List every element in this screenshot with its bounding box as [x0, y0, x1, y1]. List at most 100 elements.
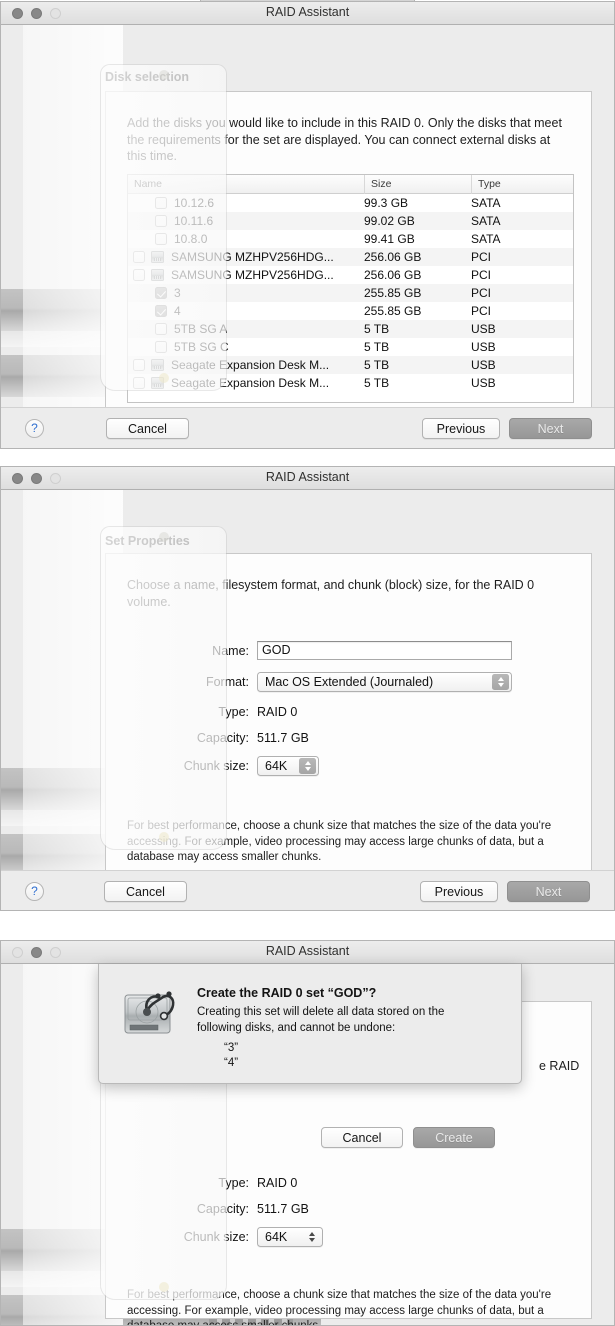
cell-size: 5 TB [364, 340, 390, 354]
next-button[interactable]: Next [509, 418, 592, 439]
screenshot-root: RAID Assistant Disk selection Add the di… [0, 0, 615, 1326]
panel-gap [0, 911, 615, 931]
previous-button[interactable]: Previous [422, 418, 500, 439]
cell-name: 10.11.6 [128, 212, 364, 230]
disk-name: 3 [174, 286, 181, 300]
chunk-size-select[interactable]: 64K [257, 756, 319, 776]
type-field-row: Type: RAID 0 [147, 705, 297, 719]
cell-type: SATA [471, 196, 501, 210]
table-row[interactable]: 4 255.85 GB PCI [128, 302, 573, 320]
cancel-button[interactable]: Cancel [104, 881, 187, 902]
table-row[interactable]: 10.8.0 99.41 GB SATA [128, 230, 573, 248]
column-header-size[interactable]: Size [364, 175, 471, 194]
disk-utility-icon [122, 984, 180, 1038]
cell-type: USB [471, 340, 496, 354]
dialog-heading: Create the RAID 0 set “GOD”? [197, 986, 377, 1000]
cell-size: 5 TB [364, 322, 390, 336]
volume-name-input[interactable]: GOD [257, 641, 512, 660]
panel-gap [0, 450, 615, 465]
titlebar[interactable]: RAID Assistant [1, 2, 614, 25]
titlebar[interactable]: RAID Assistant [1, 467, 614, 490]
cell-name: SAMSUNG MZHPV256HDG... [128, 248, 364, 266]
cell-type: USB [471, 376, 496, 390]
checkbox-unchecked[interactable] [133, 269, 145, 281]
window-title: RAID Assistant [265, 470, 350, 484]
checkbox-checked[interactable] [155, 305, 167, 317]
raid-assistant-window-disk-selection: RAID Assistant Disk selection Add the di… [0, 1, 615, 449]
window-title: RAID Assistant [265, 944, 350, 958]
panel-description: Add the disks you would like to include … [127, 116, 562, 163]
checkbox-unchecked[interactable] [133, 251, 145, 263]
cell-type: PCI [471, 286, 492, 300]
performance-note: For best performance, choose a chunk siz… [127, 1289, 552, 1326]
table-row[interactable]: 10.12.6 99.3 GB SATA [128, 194, 573, 212]
table-row[interactable]: Seagate Expansion Desk M... 5 TB USB [128, 374, 573, 392]
chunk-size-value: 64K [265, 759, 288, 773]
table-row[interactable]: SAMSUNG MZHPV256HDG... 256.06 GB PCI [128, 266, 573, 284]
next-button[interactable]: Next [507, 881, 590, 902]
checkbox-checked[interactable] [155, 287, 167, 299]
table-header-row: Name Size Type [128, 175, 573, 194]
cell-size: 99.3 GB [364, 196, 409, 210]
cell-name: 4 [128, 302, 364, 320]
table-row[interactable]: 5TB SG A 5 TB USB [128, 320, 573, 338]
column-header-type[interactable]: Type [471, 175, 573, 194]
help-button[interactable]: ? [25, 882, 44, 901]
hard-drive-icon [151, 377, 164, 389]
table-row[interactable]: SAMSUNG MZHPV256HDG... 256.06 GB PCI [128, 248, 573, 266]
cell-name: 10.8.0 [128, 230, 364, 248]
titlebar[interactable]: RAID Assistant [1, 941, 614, 964]
format-field-row: Format: Mac OS Extended (Journaled) [147, 672, 512, 692]
cell-name: 5TB SG C [128, 338, 364, 356]
disk-name: SAMSUNG MZHPV256HDG... [171, 250, 334, 264]
checkbox-unchecked[interactable] [133, 377, 145, 389]
cell-size: 255.85 GB [364, 304, 422, 318]
cancel-button[interactable]: Cancel [106, 418, 189, 439]
disk-name: 10.11.6 [174, 214, 214, 228]
disk-table[interactable]: Name Size Type 10.12.6 99.3 GB SATA 10.11.6… [127, 174, 574, 403]
name-label: Name: [212, 643, 249, 658]
chunk-size-field-row: Chunk size: 64K [147, 756, 319, 776]
footer-bar: ? Cancel Previous Next [1, 870, 614, 910]
chevron-updown-icon [492, 674, 509, 690]
cell-type: PCI [471, 268, 492, 282]
chunk-size-field-row: Chunk size: 64K [147, 1227, 323, 1247]
raid-assistant-window-confirm: RAID Assistant e RAID Type: RAID 0 Capac… [0, 940, 615, 1326]
table-row[interactable]: Seagate Expansion Desk M... 5 TB USB [128, 356, 573, 374]
format-select[interactable]: Mac OS Extended (Journaled) [257, 672, 512, 692]
hard-drive-icon [151, 269, 164, 281]
raid-assistant-window-set-properties: RAID Assistant Set Properties Choose a n… [0, 466, 615, 911]
chunk-size-select[interactable]: 64K [257, 1227, 323, 1247]
table-row[interactable]: 5TB SG C 5 TB USB [128, 338, 573, 356]
disk-name: Seagate Expansion Desk M... [171, 358, 330, 372]
cell-name: SAMSUNG MZHPV256HDG... [128, 266, 364, 284]
cell-type: SATA [471, 232, 501, 246]
type-field-row: Type: RAID 0 [147, 1176, 297, 1190]
previous-button[interactable]: Previous [420, 881, 498, 902]
capacity-field-row: Capacity: 511.7 GB [147, 1202, 309, 1216]
help-button[interactable]: ? [25, 419, 44, 438]
cell-size: 99.41 GB [364, 232, 415, 246]
footer-bar: ? Cancel Previous Next [1, 407, 614, 448]
checkbox-unchecked[interactable] [155, 233, 167, 245]
dialog-cancel-button[interactable]: Cancel [321, 1127, 403, 1148]
chunk-size-label: Chunk size: [183, 759, 249, 773]
affected-disk-item: “4” [224, 1057, 239, 1069]
checkbox-unchecked[interactable] [155, 197, 167, 209]
cell-size: 256.06 GB [364, 268, 422, 282]
cell-size: 5 TB [364, 376, 390, 390]
cell-size: 256.06 GB [364, 250, 422, 264]
type-label: Type: [218, 1176, 249, 1190]
table-row[interactable]: 3 255.85 GB PCI [128, 284, 573, 302]
disk-name: 10.12.6 [174, 196, 215, 210]
checkbox-unchecked[interactable] [133, 359, 145, 371]
checkbox-unchecked[interactable] [155, 323, 167, 335]
checkbox-unchecked[interactable] [155, 215, 167, 227]
checkbox-unchecked[interactable] [155, 341, 167, 353]
dialog-create-button[interactable]: Create [413, 1127, 495, 1148]
column-header-name[interactable]: Name [128, 175, 364, 194]
hard-drive-icon [151, 359, 164, 371]
chunk-size-value: 64K [265, 1230, 288, 1244]
table-row[interactable]: 10.11.6 99.02 GB SATA [128, 212, 573, 230]
page-title: Disk selection [105, 70, 190, 84]
